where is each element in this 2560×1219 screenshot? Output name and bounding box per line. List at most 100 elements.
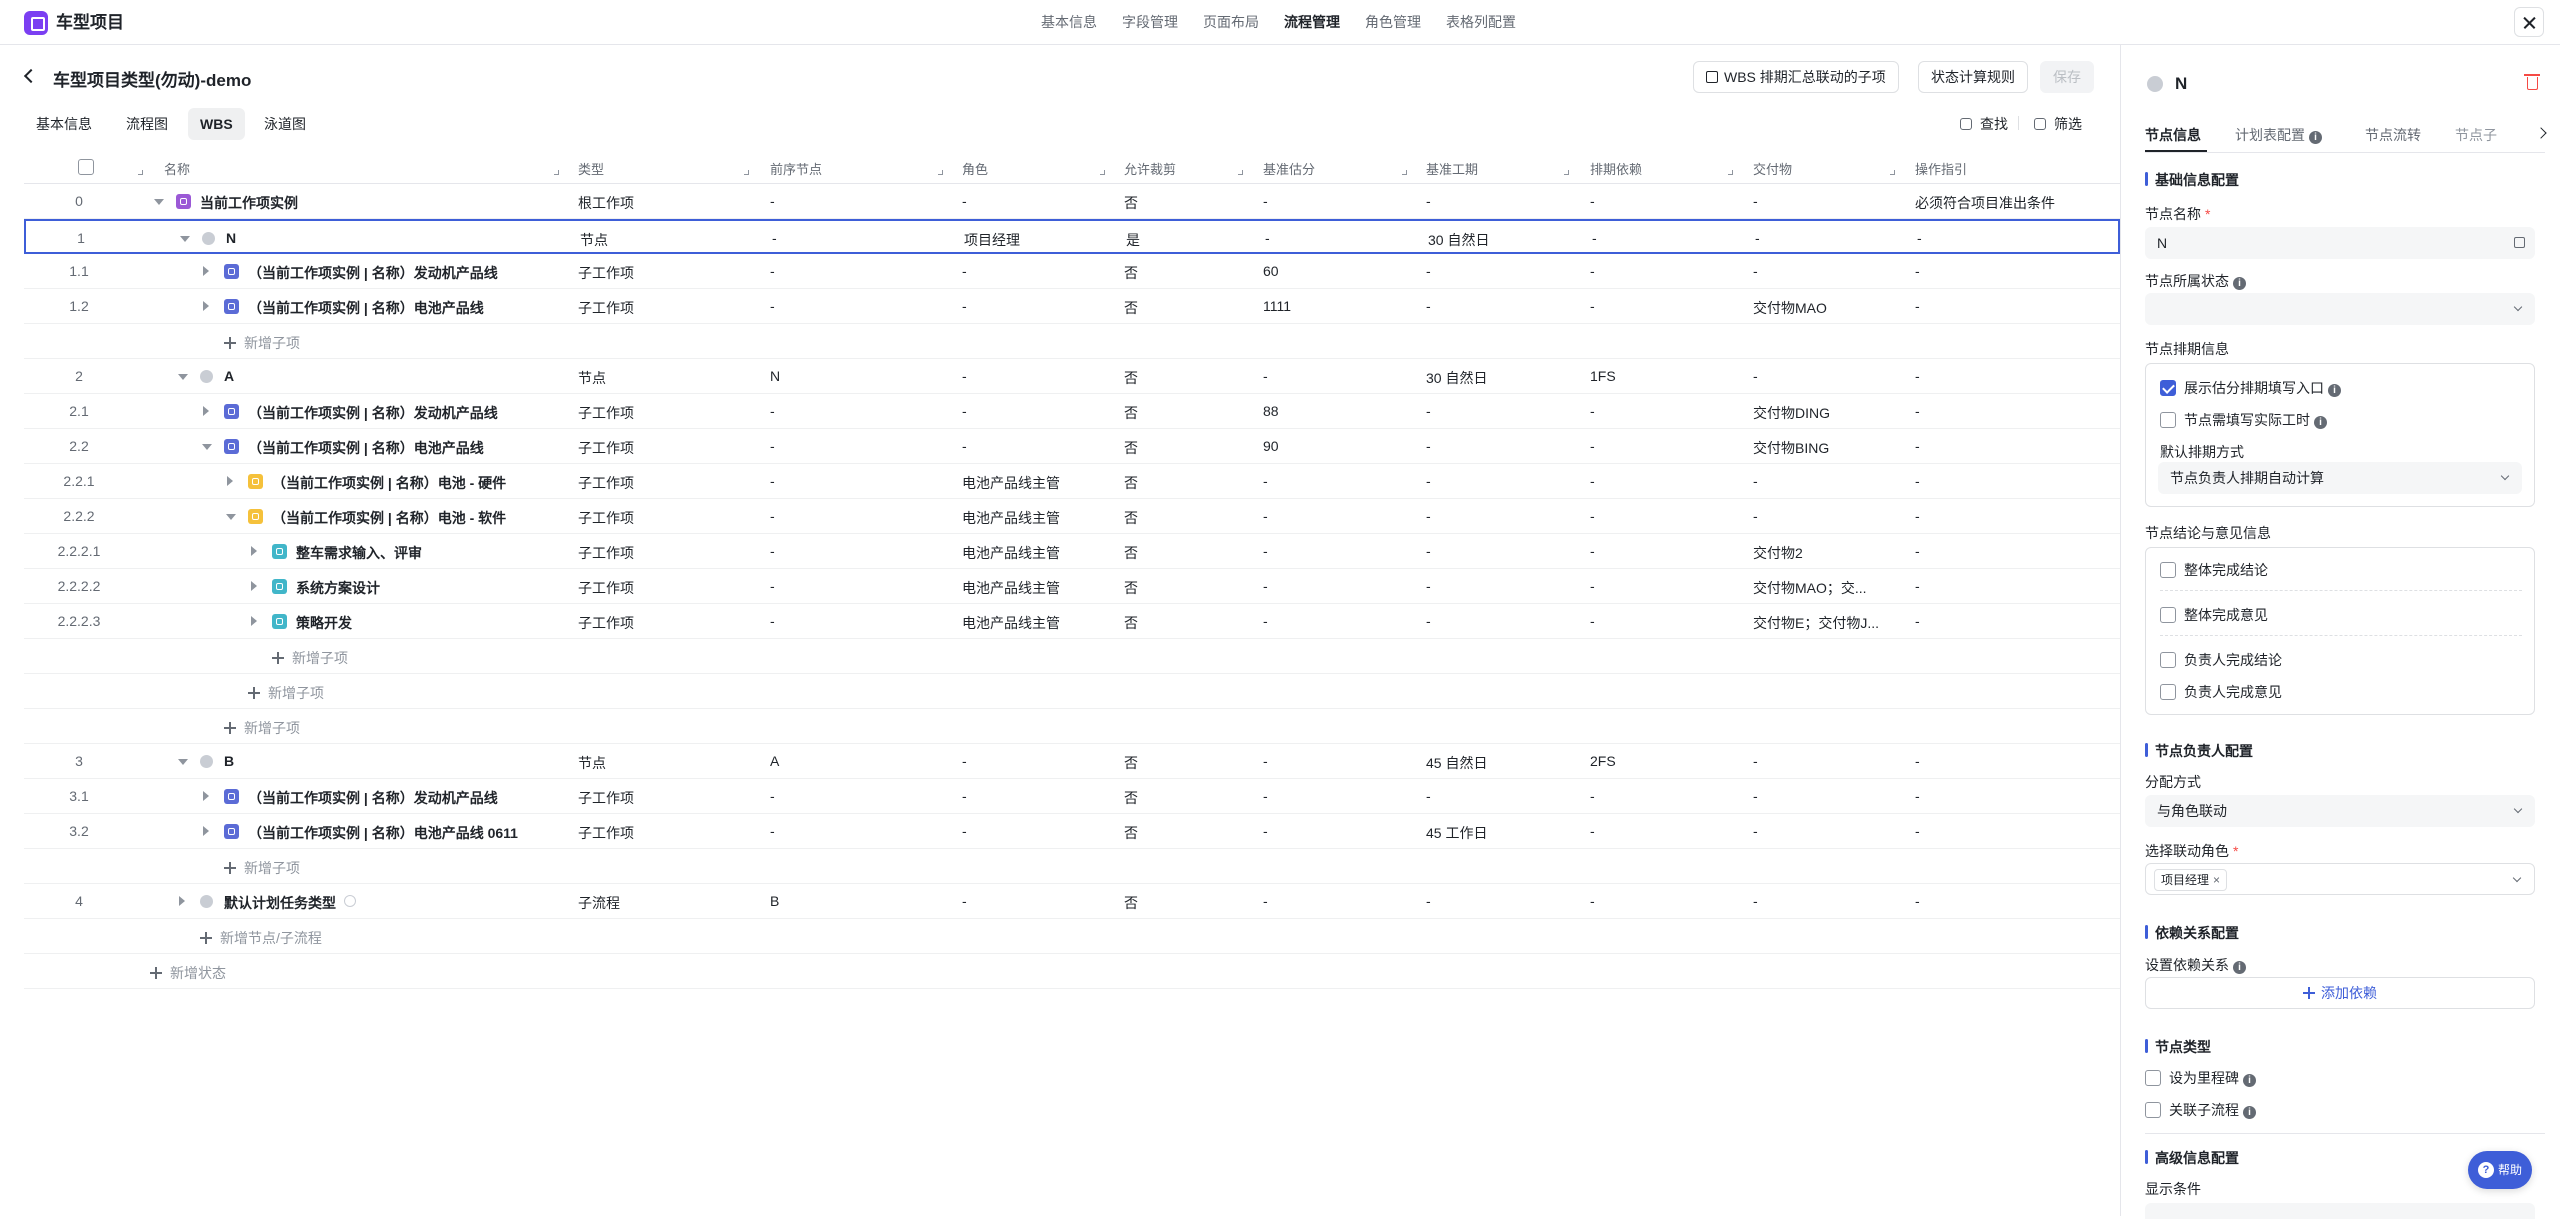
table-row[interactable]: 1 N 节点 - 项目经理 是 - 30 自然日 - - - [24, 219, 2120, 254]
expand-caret-icon[interactable] [251, 581, 257, 591]
resize-handle[interactable] [1564, 170, 1569, 175]
table-row[interactable]: 4 默认计划任务类型 子流程 B - 否 - - - - - [24, 884, 2120, 919]
expand-caret-icon[interactable] [179, 896, 185, 906]
table-row[interactable]: 0 当前工作项实例 根工作项 - - 否 - - - - 必须符合项目准出条件 [24, 184, 2120, 219]
name-cell[interactable]: A [224, 368, 234, 384]
expand-caret-icon[interactable] [203, 791, 209, 801]
resize-handle[interactable] [138, 170, 143, 175]
expand-caret-icon[interactable] [251, 616, 257, 626]
overall-conclusion-checkbox[interactable]: 整体完成结论 [2160, 560, 2268, 580]
table-row[interactable]: 3 B 节点 A - 否 - 45 自然日 2FS - - [24, 744, 2120, 779]
add-row[interactable]: 新增子项 [24, 324, 2120, 359]
tab-wbs[interactable]: WBS [188, 108, 245, 140]
add-item-button[interactable]: 新增节点/子流程 [200, 928, 322, 948]
assign-method-select[interactable]: 与角色联动 [2145, 795, 2535, 827]
name-cell[interactable]: B [224, 753, 234, 769]
filter-button[interactable]: 筛选 [2034, 114, 2082, 134]
topnav-page-layout[interactable]: 页面布局 [1203, 13, 1259, 31]
table-row[interactable]: 1.2 （当前工作项实例 | 名称）电池产品线 子工作项 - - 否 1111 - - 交付物MA… [24, 289, 2120, 324]
topnav-table-col-config[interactable]: 表格列配置 [1446, 13, 1516, 31]
name-cell[interactable]: （当前工作项实例 | 名称）电池产品线 0611 [248, 823, 518, 843]
table-row[interactable]: 2 A 节点 N - 否 - 30 自然日 1FS - - [24, 359, 2120, 394]
chevron-right-icon[interactable] [2535, 127, 2547, 139]
resize-handle[interactable] [1728, 170, 1733, 175]
topnav-field-mgmt[interactable]: 字段管理 [1122, 13, 1178, 31]
table-row[interactable]: 2.2.2.3 策略开发 子工作项 - 电池产品线主管 否 - - - 交付物E；交付物J... - [24, 604, 2120, 639]
collapse-caret-icon[interactable] [178, 759, 188, 765]
resize-handle[interactable] [1402, 170, 1407, 175]
milestone-checkbox[interactable]: 设为里程碑 i [2145, 1068, 2256, 1088]
linked-role-select[interactable]: 项目经理 × [2145, 863, 2535, 895]
tab-node-flow[interactable]: 节点流转 [2365, 125, 2421, 145]
tab-swimlane[interactable]: 泳道图 [252, 108, 318, 140]
name-cell[interactable]: 系统方案设计 [296, 578, 380, 598]
resize-handle[interactable] [1890, 170, 1895, 175]
topnav-flow-mgmt[interactable]: 流程管理 [1284, 13, 1340, 31]
overall-opinion-checkbox[interactable]: 整体完成意见 [2160, 605, 2268, 625]
name-cell[interactable]: （当前工作项实例 | 名称）电池产品线 [248, 438, 484, 458]
name-cell[interactable]: （当前工作项实例 | 名称）电池 - 软件 [272, 508, 506, 528]
resize-handle[interactable] [938, 170, 943, 175]
name-cell[interactable]: 默认计划任务类型 [224, 893, 336, 913]
table-row[interactable]: 2.2 （当前工作项实例 | 名称）电池产品线 子工作项 - - 否 90 - - 交付物BING… [24, 429, 2120, 464]
display-condition-select[interactable] [2145, 1203, 2535, 1219]
name-cell[interactable]: （当前工作项实例 | 名称）电池产品线 [248, 298, 484, 318]
delete-icon[interactable] [2524, 74, 2540, 90]
add-item-button[interactable]: 新增子项 [248, 683, 324, 703]
expand-caret-icon[interactable] [251, 546, 257, 556]
expand-caret-icon[interactable] [227, 476, 233, 486]
expand-caret-icon[interactable] [203, 266, 209, 276]
subflow-checkbox[interactable]: 关联子流程 i [2145, 1100, 2256, 1120]
collapse-caret-icon[interactable] [178, 374, 188, 380]
collapse-caret-icon[interactable] [226, 514, 236, 520]
add-item-button[interactable]: 新增子项 [224, 858, 300, 878]
state-rules-button[interactable]: 状态计算规则 [1918, 61, 2028, 93]
expand-caret-icon[interactable] [203, 826, 209, 836]
add-item-button[interactable]: 新增子项 [272, 648, 348, 668]
collapse-caret-icon[interactable] [202, 444, 212, 450]
node-state-select[interactable] [2145, 293, 2535, 325]
collapse-caret-icon[interactable] [180, 236, 190, 242]
add-row[interactable]: 新增子项 [24, 674, 2120, 709]
add-item-button[interactable]: 新增子项 [224, 718, 300, 738]
owner-opinion-checkbox[interactable]: 负责人完成意见 [2160, 682, 2282, 702]
actual-hours-checkbox[interactable]: 节点需填写实际工时 i [2160, 410, 2327, 430]
tab-node-info[interactable]: 节点信息 [2145, 125, 2201, 145]
select-all-checkbox[interactable] [78, 159, 94, 175]
resize-handle[interactable] [1100, 170, 1105, 175]
node-name-input[interactable]: N [2145, 227, 2535, 259]
topnav-role-mgmt[interactable]: 角色管理 [1365, 13, 1421, 31]
table-row[interactable]: 2.2.1 （当前工作项实例 | 名称）电池 - 硬件 子工作项 - 电池产品线主管 否 -… [24, 464, 2120, 499]
tab-node-sub[interactable]: 节点子 [2455, 125, 2497, 145]
tag-close-icon[interactable]: × [2213, 873, 2220, 887]
wbs-linked-items-button[interactable]: WBS 排期汇总联动的子项 [1693, 61, 1899, 93]
table-row[interactable]: 3.1 （当前工作项实例 | 名称）发动机产品线 子工作项 - - 否 - - - - - [24, 779, 2120, 814]
table-row[interactable]: 3.2 （当前工作项实例 | 名称）电池产品线 0611 子工作项 - - 否 - 45 工作… [24, 814, 2120, 849]
name-cell[interactable]: 整车需求输入、评审 [296, 543, 422, 563]
tab-basic-info[interactable]: 基本信息 [24, 108, 104, 140]
save-button[interactable]: 保存 [2040, 61, 2094, 93]
find-button[interactable]: 查找 [1960, 114, 2008, 134]
table-row[interactable]: 2.2.2.2 系统方案设计 子工作项 - 电池产品线主管 否 - - - 交付物MAO；交...… [24, 569, 2120, 604]
add-row[interactable]: 新增子项 [24, 639, 2120, 674]
resize-handle[interactable] [554, 170, 559, 175]
tab-plan-config[interactable]: 计划表配置 i [2235, 125, 2322, 145]
help-button[interactable]: 帮助 [2468, 1151, 2532, 1189]
name-cell[interactable]: 当前工作项实例 [200, 193, 298, 213]
name-cell[interactable]: （当前工作项实例 | 名称）发动机产品线 [248, 788, 498, 808]
collapse-caret-icon[interactable] [154, 199, 164, 205]
add-row[interactable]: 新增状态 [24, 954, 2120, 989]
default-schedule-select[interactable]: 节点负责人排期自动计算 [2158, 462, 2522, 494]
name-cell[interactable]: （当前工作项实例 | 名称）发动机产品线 [248, 263, 498, 283]
resize-handle[interactable] [744, 170, 749, 175]
name-cell[interactable]: （当前工作项实例 | 名称）发动机产品线 [248, 403, 498, 423]
resize-handle[interactable] [1238, 170, 1243, 175]
name-cell[interactable]: （当前工作项实例 | 名称）电池 - 硬件 [272, 473, 506, 493]
tab-flowchart[interactable]: 流程图 [114, 108, 180, 140]
show-estimate-checkbox[interactable]: 展示估分排期填写入口 i [2160, 378, 2341, 398]
topnav-basic-info[interactable]: 基本信息 [1041, 13, 1097, 31]
expand-caret-icon[interactable] [203, 301, 209, 311]
table-row[interactable]: 1.1 （当前工作项实例 | 名称）发动机产品线 子工作项 - - 否 60 - - - - [24, 254, 2120, 289]
add-item-button[interactable]: 新增子项 [224, 333, 300, 353]
owner-conclusion-checkbox[interactable]: 负责人完成结论 [2160, 650, 2282, 670]
